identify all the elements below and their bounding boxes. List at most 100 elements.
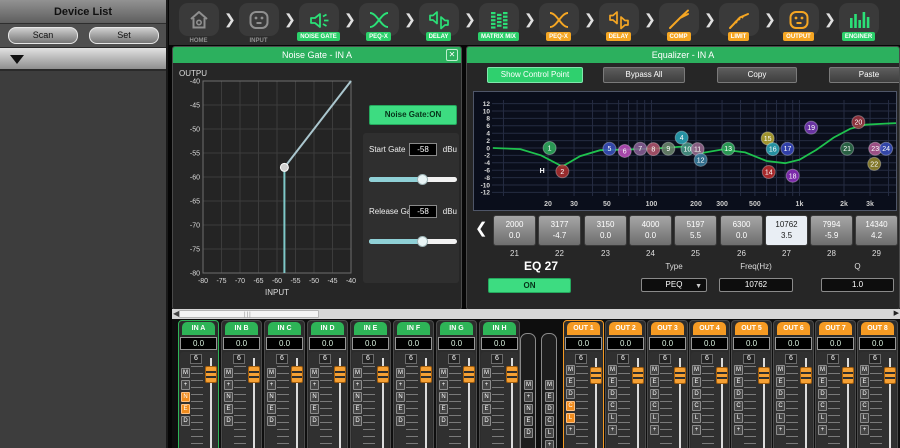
channel-button-plus[interactable]: +	[734, 425, 743, 435]
channel-value[interactable]: 0.0	[223, 337, 260, 350]
channel-button-e[interactable]: E	[734, 377, 743, 387]
channel-label[interactable]: OUT 3	[651, 322, 684, 335]
release-gate-value[interactable]: -58	[409, 205, 437, 218]
channel-label[interactable]: IN F	[397, 322, 430, 335]
channel-button-m[interactable]: M	[608, 365, 617, 375]
eq-band-cell-28[interactable]: 7994-5.9	[810, 215, 853, 246]
channel-button-plus[interactable]: +	[310, 380, 319, 390]
channel-button-d[interactable]: D	[608, 389, 617, 399]
channel-button-m[interactable]: M	[818, 365, 827, 375]
channel-button-plus[interactable]: +	[545, 440, 554, 448]
channel-button-d[interactable]: D	[818, 389, 827, 399]
paste-button[interactable]: Paste	[829, 67, 900, 83]
channel-button-d[interactable]: D	[545, 404, 554, 414]
channel-button-plus[interactable]: +	[482, 380, 491, 390]
channel-button-d[interactable]: D	[566, 389, 575, 399]
channel-value[interactable]: 0.0	[481, 337, 518, 350]
channel-button-d[interactable]: D	[439, 416, 448, 426]
fader-handle[interactable]	[248, 366, 260, 383]
toolbar-item-peq-x[interactable]: PEQ-X	[355, 3, 402, 41]
channel-button-e[interactable]: E	[776, 377, 785, 387]
eq-band-cell-24[interactable]: 40000.0	[629, 215, 672, 246]
channel-button-d[interactable]: D	[267, 416, 276, 426]
channel-button-m[interactable]: M	[545, 380, 554, 390]
channel-button-m[interactable]: M	[650, 365, 659, 375]
channel-button-plus[interactable]: +	[650, 425, 659, 435]
channel-label[interactable]: OUT 4	[693, 322, 726, 335]
gate-threshold-point[interactable]	[280, 163, 288, 171]
fader-handle[interactable]	[291, 366, 303, 383]
channel-button-e[interactable]: E	[267, 404, 276, 414]
channel-button-l[interactable]: L	[776, 413, 785, 423]
tree-expand-icon[interactable]	[10, 55, 24, 64]
channel-button-e[interactable]: E	[524, 416, 533, 426]
channel-button-plus[interactable]: +	[818, 425, 827, 435]
channel-button-d[interactable]: D	[734, 389, 743, 399]
channel-button-d[interactable]: D	[692, 389, 701, 399]
channel-button-d[interactable]: D	[224, 416, 233, 426]
chevron-left-icon[interactable]: ❮	[475, 219, 488, 237]
channel-button-e[interactable]: E	[396, 404, 405, 414]
channel-button-e[interactable]: E	[353, 404, 362, 414]
channel-value[interactable]: 0.0	[266, 337, 303, 350]
channel-button-c[interactable]: C	[650, 401, 659, 411]
channel-button-n[interactable]: N	[482, 392, 491, 402]
fader-handle[interactable]	[463, 366, 475, 383]
channel-value[interactable]: 0.0	[180, 337, 217, 350]
channel-button-plus[interactable]: +	[776, 425, 785, 435]
toolbar-item-limit[interactable]: LIMIT	[715, 3, 762, 41]
channel-button-plus[interactable]: +	[860, 425, 869, 435]
scan-button[interactable]: Scan	[8, 27, 78, 44]
channel-button-e[interactable]: E	[482, 404, 491, 414]
channel-label[interactable]: IN E	[354, 322, 387, 335]
channel-button-l[interactable]: L	[692, 413, 701, 423]
channel-button-e[interactable]: E	[566, 377, 575, 387]
channel-button-c[interactable]: C	[692, 401, 701, 411]
channel-button-m[interactable]: M	[224, 368, 233, 378]
channel-button-m[interactable]: M	[734, 365, 743, 375]
channel-button-l[interactable]: L	[860, 413, 869, 423]
channel-value[interactable]: 0.0	[565, 337, 602, 350]
scroll-right-icon[interactable]: ▶	[894, 309, 899, 319]
eq-on-button[interactable]: ON	[488, 278, 571, 293]
channel-value[interactable]: 0.0	[607, 337, 644, 350]
channel-button-d[interactable]: D	[776, 389, 785, 399]
channel-button-c[interactable]: C	[545, 416, 554, 426]
channel-button-d[interactable]: D	[482, 416, 491, 426]
channel-button-m[interactable]: M	[566, 365, 575, 375]
eq-band-cell-29[interactable]: 143404.2	[855, 215, 898, 246]
fader-handle[interactable]	[884, 367, 896, 384]
channel-button-m[interactable]: M	[860, 365, 869, 375]
channel-button-n[interactable]: N	[524, 404, 533, 414]
channel-button-c[interactable]: C	[776, 401, 785, 411]
eq-plot[interactable]: 121086420-2-4-6-8-10-1220305010020030050…	[474, 92, 896, 210]
channel-label[interactable]: OUT 8	[861, 322, 894, 335]
toolbar-item-comp[interactable]: COMP	[655, 3, 702, 41]
channel-button-e[interactable]: E	[608, 377, 617, 387]
channel-button-e[interactable]: E	[650, 377, 659, 387]
channel-button-d[interactable]: D	[181, 416, 190, 426]
close-icon[interactable]: ✕	[446, 49, 458, 61]
channel-button-m[interactable]: M	[692, 365, 701, 375]
show-control-point-button[interactable]: Show Control Point	[487, 67, 583, 83]
channel-button-d[interactable]: D	[524, 428, 533, 438]
channel-button-e[interactable]: E	[439, 404, 448, 414]
channel-button-l[interactable]: L	[818, 413, 827, 423]
channel-label[interactable]: IN C	[268, 322, 301, 335]
channel-button-d[interactable]: D	[860, 389, 869, 399]
channel-button-c[interactable]: C	[860, 401, 869, 411]
eq-band-cell-23[interactable]: 31500.0	[584, 215, 627, 246]
channel-button-d[interactable]: D	[396, 416, 405, 426]
fader-handle[interactable]	[716, 367, 728, 384]
channel-label[interactable]: OUT 7	[819, 322, 852, 335]
eq-band-cell-27[interactable]: 107623.5	[765, 215, 808, 246]
toolbar-item-delay[interactable]: DELAY	[595, 3, 642, 41]
channel-button-e[interactable]: E	[310, 404, 319, 414]
eq-band-cell-25[interactable]: 51975.5	[674, 215, 717, 246]
channel-label[interactable]: OUT 6	[777, 322, 810, 335]
channel-label[interactable]: IN H	[483, 322, 516, 335]
noise-gate-plot[interactable]: -40-45-50-55-60-65-70-75-80-80-75-70-65-…	[177, 67, 361, 307]
channel-button-plus[interactable]: +	[439, 380, 448, 390]
fader-handle[interactable]	[842, 367, 854, 384]
noise-gate-on-button[interactable]: Noise Gate:ON	[369, 105, 457, 125]
